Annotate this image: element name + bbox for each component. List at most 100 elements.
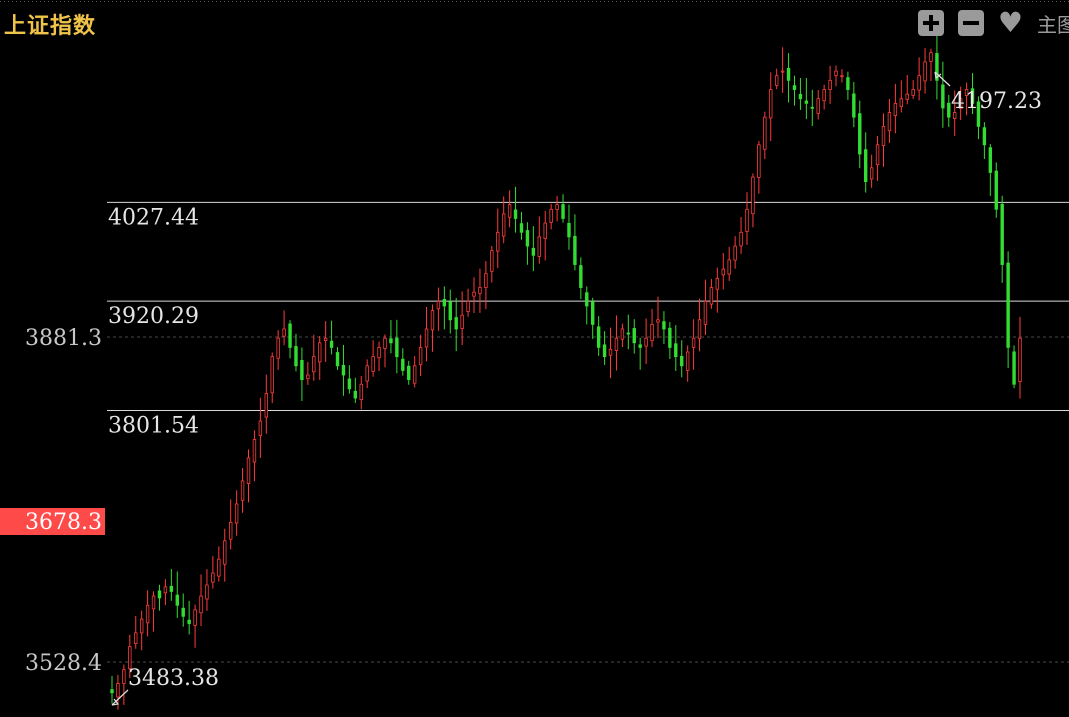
candle-body: [448, 301, 452, 321]
candle-body: [507, 204, 512, 218]
candle-body: [591, 301, 595, 325]
candle-body: [929, 52, 933, 62]
candle-body: [585, 292, 589, 307]
candle-body: [614, 337, 619, 351]
candle-body: [276, 337, 280, 359]
candle-body: [644, 337, 648, 347]
candle-body: [769, 89, 773, 119]
candle-body: [555, 204, 559, 210]
candle-body: [199, 595, 203, 614]
candle-body: [217, 558, 221, 577]
candle-body: [466, 300, 470, 312]
candle-body: [163, 586, 168, 594]
candle-body: [828, 79, 832, 90]
candle-body: [869, 167, 874, 180]
minus-icon[interactable]: [957, 10, 984, 36]
candle-body: [395, 337, 399, 358]
candle-body: [359, 383, 363, 401]
candle-body: [347, 378, 352, 390]
candle-body: [288, 323, 292, 348]
candle-body: [674, 343, 678, 358]
candle-body: [923, 61, 927, 82]
candle-body: [312, 356, 316, 373]
candle-body: [525, 230, 530, 247]
candle-body: [662, 321, 666, 330]
candle-body: [721, 268, 725, 276]
candle-body: [501, 213, 506, 237]
candle-body: [881, 125, 886, 146]
candle-body: [1012, 351, 1016, 385]
candle-body: [810, 106, 814, 109]
candle-body: [389, 338, 393, 344]
candle-body: [798, 93, 803, 100]
candle-body: [122, 669, 126, 684]
candle-body: [300, 360, 304, 381]
candle-body: [573, 235, 577, 265]
candlestick-chart[interactable]: 4027.44 3920.29 3801.54 3881.3 3528.4 3678…: [0, 0, 1069, 717]
candle-body: [246, 457, 251, 484]
candle-body: [110, 689, 114, 694]
candle-body: [223, 540, 227, 565]
candle-body: [383, 337, 387, 349]
candle-body: [181, 607, 185, 617]
candle-body: [519, 223, 524, 233]
candle-body: [632, 328, 636, 344]
candle-body: [116, 683, 120, 698]
candle-body: [691, 337, 696, 348]
candle-body: [240, 480, 245, 501]
candle-body: [804, 100, 809, 104]
candle-body: [211, 572, 215, 583]
heart-icon[interactable]: ♥: [998, 9, 1023, 37]
candle-body: [852, 93, 856, 118]
y-tick-label-upper: 3881.3: [25, 326, 102, 351]
candle-body: [341, 365, 346, 376]
candle-body: [863, 149, 868, 183]
high-label: 4197.23: [951, 89, 1042, 114]
candle-body: [751, 176, 755, 215]
candle-body: [715, 277, 720, 290]
main-chart-tab[interactable]: 主图: [1037, 9, 1069, 38]
candle-body: [561, 204, 565, 219]
candle-body: [733, 245, 737, 261]
candle-body: [567, 222, 571, 238]
candle-body: [484, 273, 488, 288]
candle-body: [822, 89, 826, 102]
candle-body: [1018, 337, 1022, 382]
candle-body: [436, 300, 441, 310]
candle-body: [911, 89, 915, 96]
candle-body: [270, 356, 274, 394]
candle-body: [294, 346, 298, 367]
candle-body: [774, 75, 779, 86]
candle-body: [258, 420, 263, 436]
support-resistance-lines: 4027.44 3920.29 3801.54: [107, 201, 1069, 438]
candle-body: [608, 348, 613, 356]
candle-body: [377, 347, 381, 359]
current-price-label: 3678.3: [25, 510, 102, 535]
level-label-1: 3920.29: [108, 304, 199, 329]
level-label-2: 3801.54: [108, 413, 199, 438]
candle-body: [899, 98, 904, 108]
candle-body: [703, 300, 708, 325]
candle-body: [745, 208, 749, 232]
candle-body: [323, 337, 328, 342]
candle-body: [371, 356, 375, 372]
candle-body: [792, 85, 797, 90]
candle-body: [134, 632, 138, 645]
candle-body: [478, 287, 482, 294]
candle-body: [887, 112, 892, 132]
candle-body: [780, 70, 785, 73]
candle-body: [1000, 203, 1004, 265]
candle-body: [401, 358, 405, 371]
candle-body: [620, 328, 625, 340]
candle-body: [145, 604, 150, 624]
candle-body: [424, 328, 429, 348]
candle-body: [757, 144, 761, 178]
level-label-0: 4027.44: [108, 205, 199, 230]
candle-body: [205, 584, 209, 600]
candle-body: [418, 347, 423, 366]
candle-body: [816, 98, 820, 114]
plus-icon[interactable]: [917, 10, 944, 36]
candle-body: [335, 352, 340, 367]
candle-body: [252, 439, 257, 463]
low-marker-arrow: [111, 689, 129, 706]
